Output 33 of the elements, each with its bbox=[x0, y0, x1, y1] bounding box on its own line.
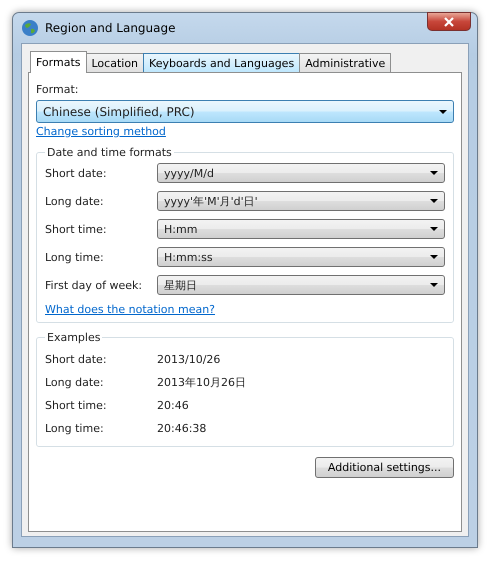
example-value: 20:46:38 bbox=[157, 422, 206, 435]
close-button[interactable] bbox=[427, 12, 471, 31]
example-value: 2013/10/26 bbox=[157, 353, 220, 366]
example-value: 20:46 bbox=[157, 399, 189, 412]
group-title: Date and time formats bbox=[46, 146, 173, 159]
tab[interactable]: Formats bbox=[30, 51, 86, 73]
tab[interactable]: Location bbox=[86, 53, 144, 72]
format-dropdown[interactable]: H:mm bbox=[157, 219, 445, 239]
group-title: Examples bbox=[46, 331, 102, 344]
example-value: 2013年10月26日 bbox=[157, 375, 246, 390]
example-label: Long date: bbox=[45, 376, 105, 389]
notation-link[interactable]: What does the notation mean? bbox=[45, 303, 216, 316]
field-label: Short date: bbox=[45, 166, 108, 180]
example-label: Long time: bbox=[45, 422, 105, 435]
close-icon bbox=[444, 16, 454, 26]
field-label: Long date: bbox=[45, 194, 105, 208]
globe-icon bbox=[21, 19, 39, 37]
format-dropdown[interactable]: yyyy'年'M'月'd'日' bbox=[157, 191, 445, 211]
sorting-link[interactable]: Change sorting method bbox=[36, 125, 166, 138]
example-label: Short date: bbox=[45, 353, 108, 366]
example-label: Short time: bbox=[45, 399, 108, 412]
format-dropdown[interactable]: yyyy/M/d bbox=[157, 163, 445, 183]
field-label: Long time: bbox=[45, 250, 105, 264]
field-label: Short time: bbox=[45, 222, 108, 236]
format-dropdown[interactable]: 星期日 bbox=[157, 275, 445, 295]
tab[interactable]: Administrative bbox=[299, 53, 392, 72]
window-title: Region and Language bbox=[45, 21, 176, 35]
field-label: First day of week: bbox=[45, 278, 144, 292]
format-dropdown[interactable]: Chinese (Simplified, PRC) bbox=[36, 100, 454, 123]
tab[interactable]: Keyboards and Languages bbox=[143, 53, 300, 72]
additional-settings-button[interactable]: Additional settings... bbox=[314, 457, 454, 478]
format-dropdown[interactable]: H:mm:ss bbox=[157, 247, 445, 267]
format-label: Format: bbox=[36, 83, 80, 96]
